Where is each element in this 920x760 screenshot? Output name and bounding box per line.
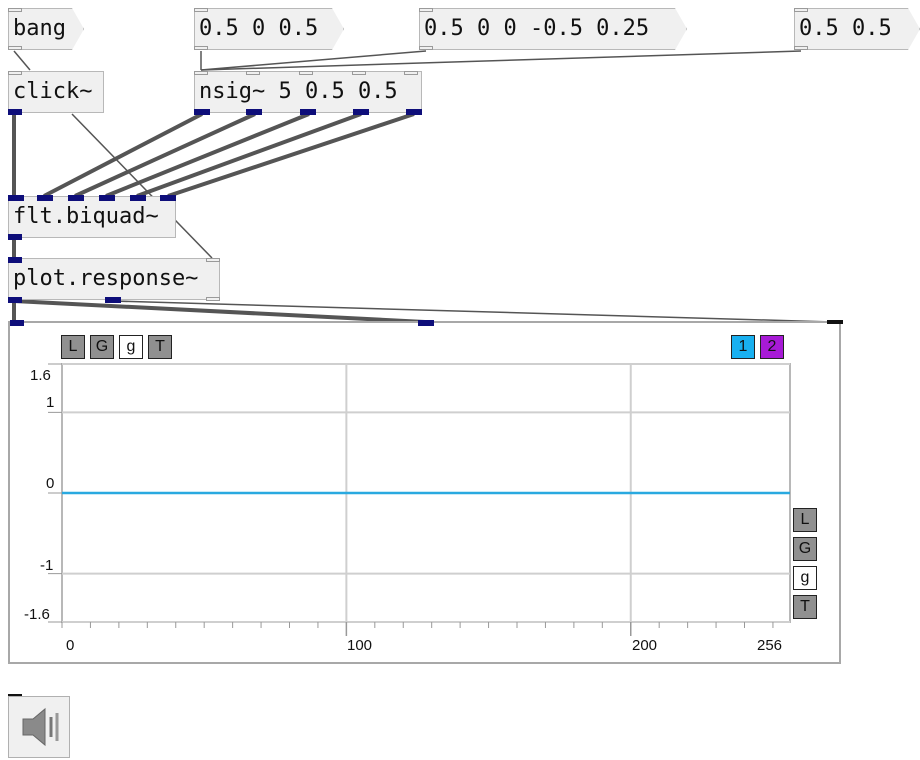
bang-message[interactable]: bang (8, 8, 84, 50)
plot-panel[interactable]: L G g T 1 2 L G g T 1.6 1 0 -1 -1.6 0 10… (8, 320, 843, 664)
nsig-inlet-2[interactable] (246, 71, 260, 75)
msg2-outlet[interactable] (419, 46, 433, 50)
bang-inlet[interactable] (8, 8, 22, 12)
biquad-inlet-2[interactable] (37, 195, 53, 201)
biquad-inlet-1[interactable] (8, 195, 24, 201)
nsig-inlet-4[interactable] (352, 71, 366, 75)
click-outlet[interactable] (8, 109, 22, 115)
biquad-inlet-4[interactable] (99, 195, 115, 201)
cord-msg3-nsig (200, 50, 802, 71)
response-outlet-2[interactable] (105, 297, 121, 303)
nsig-outlet-1[interactable] (194, 109, 210, 115)
response-object[interactable]: plot.response~ (8, 258, 220, 300)
click-object[interactable]: click~ (8, 71, 104, 113)
msg1-inlet[interactable] (194, 8, 208, 12)
coeff-message-3[interactable]: 0.5 0.5 (794, 8, 920, 50)
biquad-inlet-5[interactable] (130, 195, 146, 201)
biquad-outlet[interactable] (8, 234, 22, 240)
dac-object[interactable] (8, 696, 70, 758)
msg1-outlet[interactable] (194, 46, 208, 50)
nsig-inlet-1[interactable] (194, 71, 208, 75)
nsig-object[interactable]: nsig~ 5 0.5 0.5 (194, 71, 422, 113)
coeff-message-1[interactable]: 0.5 0 0.5 (194, 8, 344, 50)
bang-outlet[interactable] (8, 46, 22, 50)
nsig-outlet-3[interactable] (300, 109, 316, 115)
response-outlet-1[interactable] (8, 297, 22, 303)
cord-nsig-biquad-1 (43, 112, 203, 198)
response-outlet-3[interactable] (206, 297, 220, 301)
nsig-outlet-5[interactable] (406, 109, 422, 115)
biquad-inlet-6[interactable] (160, 195, 176, 201)
click-inlet[interactable] (8, 71, 22, 75)
nsig-inlet-3[interactable] (299, 71, 313, 75)
msg3-outlet[interactable] (794, 46, 808, 50)
speaker-icon (22, 707, 59, 747)
nsig-outlet-2[interactable] (246, 109, 262, 115)
cord-nsig-biquad-4 (136, 112, 362, 198)
cord-bang-click (13, 50, 31, 71)
coeff-message-2[interactable]: 0.5 0 0 -0.5 0.25 (419, 8, 687, 50)
nsig-inlet-5[interactable] (404, 71, 418, 75)
plot-area (48, 363, 791, 636)
msg2-inlet[interactable] (419, 8, 433, 12)
nsig-outlet-4[interactable] (353, 109, 369, 115)
response-inlet-2[interactable] (206, 258, 220, 262)
biquad-inlet-3[interactable] (68, 195, 84, 201)
response-inlet-1[interactable] (8, 257, 22, 263)
msg3-inlet[interactable] (794, 8, 808, 12)
biquad-object[interactable]: flt.biquad~ (8, 196, 176, 238)
